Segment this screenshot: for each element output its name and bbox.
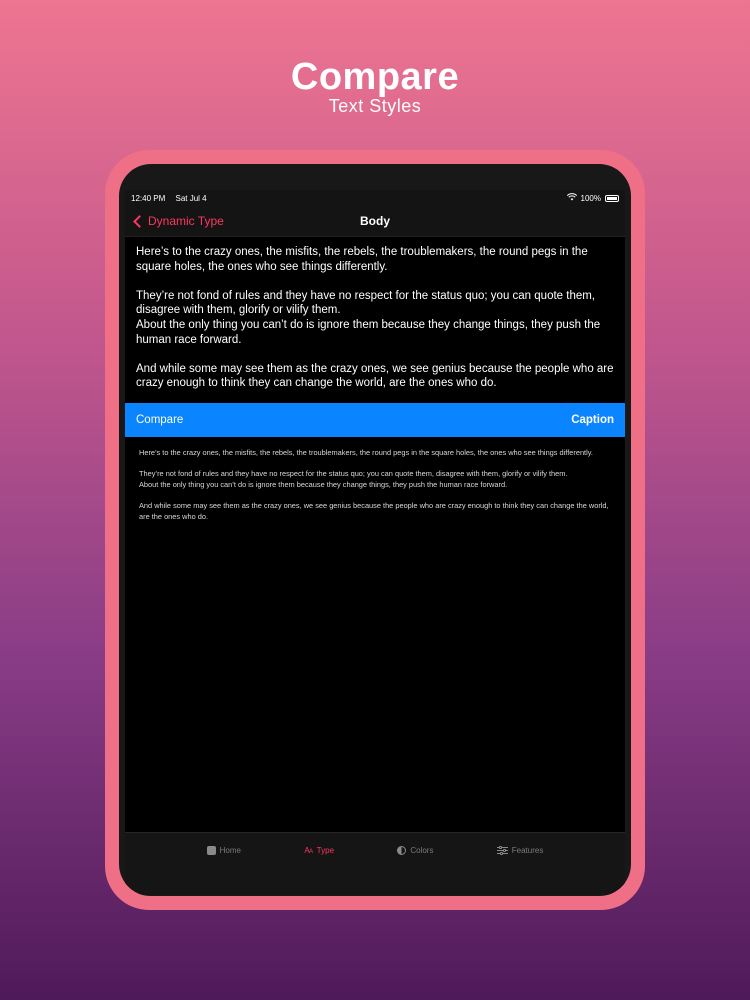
battery-icon (605, 194, 619, 202)
status-bar: 12:40 PM Sat Jul 4 100% (125, 190, 625, 206)
tab-features[interactable]: Features (496, 845, 544, 855)
tab-home-label: Home (219, 845, 241, 855)
caption-paragraph-3: About the only thing you can’t do is ign… (139, 479, 508, 489)
battery-percent: 100% (580, 193, 601, 203)
compare-label: Compare (136, 414, 184, 426)
caption-paragraph-1: Here’s to the crazy ones, the misfits, t… (139, 448, 593, 457)
compare-style-selector[interactable]: Caption (571, 414, 614, 426)
caption-style-preview: Here’s to the crazy ones, the misfits, t… (139, 448, 613, 533)
promo-title: Compare (290, 56, 460, 98)
chevron-left-icon (133, 214, 146, 228)
tab-features-label: Features (511, 845, 544, 855)
back-button-label: Dynamic Type (148, 214, 224, 228)
compare-bar[interactable]: Compare Caption (125, 403, 625, 437)
sliders-icon (496, 845, 508, 855)
body-paragraph-2: They’re not fond of rules and they have … (136, 289, 596, 317)
body-style-preview: Here’s to the crazy ones, the misfits, t… (125, 237, 625, 391)
tab-colors-label: Colors (410, 845, 434, 855)
back-button[interactable]: Dynamic Type (125, 214, 224, 228)
promo-subtitle: Text Styles (328, 96, 422, 116)
navigation-bar: Dynamic Type Body (125, 206, 625, 237)
home-square-icon (206, 845, 216, 855)
caption-paragraph-4: And while some may see them as the crazy… (139, 500, 609, 521)
caption-paragraph-2: They’re not fond of rules and they have … (139, 469, 568, 479)
status-date: Sat Jul 4 (175, 193, 207, 203)
tab-bar: Home AA Type Colors Features (125, 832, 625, 895)
tablet-frame: 12:40 PM Sat Jul 4 100% Dynamic Type Bod… (105, 150, 645, 910)
contrast-icon (397, 845, 407, 855)
tab-type-label: Type (316, 845, 335, 855)
wifi-icon (566, 193, 577, 203)
body-paragraph-3: About the only thing you can’t do is ign… (136, 318, 601, 346)
tab-home[interactable]: Home (206, 845, 241, 855)
tab-colors[interactable]: Colors (397, 845, 434, 855)
tablet-bezel: 12:40 PM Sat Jul 4 100% Dynamic Type Bod… (119, 164, 631, 896)
body-paragraph-4: And while some may see them as the crazy… (136, 362, 614, 390)
body-paragraph-1: Here’s to the crazy ones, the misfits, t… (136, 246, 588, 273)
app-screen: 12:40 PM Sat Jul 4 100% Dynamic Type Bod… (125, 190, 625, 895)
tab-type[interactable]: AA Type (304, 846, 334, 855)
text-size-icon: AA (304, 845, 313, 855)
status-time: 12:40 PM (131, 193, 166, 203)
